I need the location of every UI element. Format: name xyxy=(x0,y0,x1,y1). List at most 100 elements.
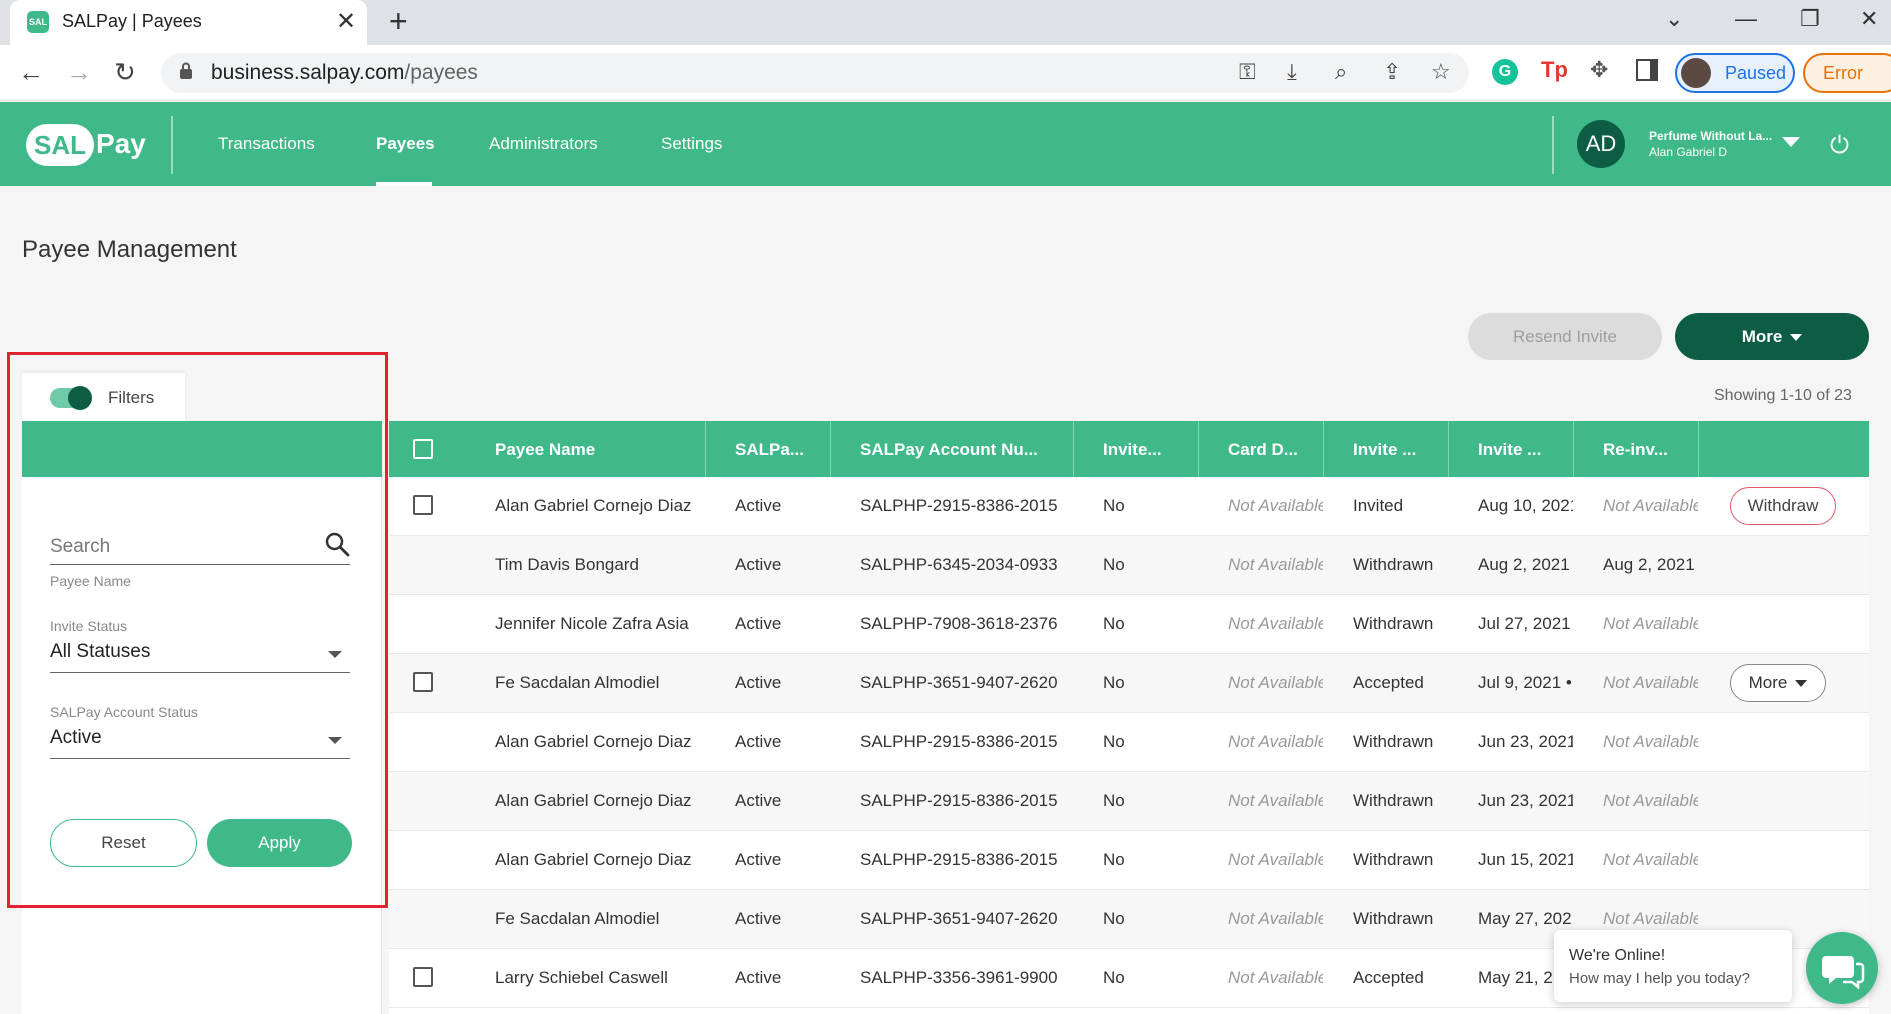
cell-invite: No xyxy=(1103,791,1125,810)
reload-icon[interactable]: ↻ xyxy=(114,57,136,88)
column-header-card[interactable]: Card D... xyxy=(1228,440,1298,460)
cell-payee-name: Larry Schiebel Caswell xyxy=(495,968,668,987)
account-status-select[interactable]: Active xyxy=(50,719,350,759)
cell-invite-status: Withdrawn xyxy=(1353,909,1434,928)
side-panel-icon[interactable] xyxy=(1636,59,1658,81)
grammarly-extension-icon[interactable]: G xyxy=(1492,59,1518,85)
column-header-invite-status[interactable]: Invite ... xyxy=(1353,440,1416,460)
row-checkbox[interactable] xyxy=(413,495,433,515)
browser-tab[interactable]: SAL SALPay | Payees ✕ xyxy=(10,0,367,45)
cell-invite: No xyxy=(1103,614,1125,633)
cell-invite: No xyxy=(1103,673,1125,692)
tp-extension-icon[interactable]: Tp xyxy=(1541,57,1568,83)
cell-reinvite: Aug 2, 2021 xyxy=(1603,555,1695,574)
user-avatar[interactable]: AD xyxy=(1577,120,1625,168)
browser-tab-bar: SAL SALPay | Payees ✕ + ⌄ — ❐ ✕ xyxy=(0,0,1891,45)
error-button[interactable]: Error xyxy=(1803,53,1891,93)
invite-status-select[interactable]: All Statuses xyxy=(50,633,350,673)
cell-salpay-status: Active xyxy=(735,614,782,633)
column-header-reinvite[interactable]: Re-inv... xyxy=(1603,440,1668,460)
power-logout-icon[interactable]: ⏻ xyxy=(1830,132,1849,160)
column-header-payee-name[interactable]: Payee Name xyxy=(495,440,595,460)
table-row[interactable]: Tim Davis Bongard Active SALPHP-6345-2034-… xyxy=(389,536,1869,595)
nav-link-payees[interactable]: Payees xyxy=(376,134,435,154)
logo-pay-text: Pay xyxy=(96,128,146,159)
chat-launcher-button[interactable] xyxy=(1806,932,1878,1004)
install-icon[interactable]: ⤓ xyxy=(1287,59,1297,85)
cell-invite-date: Jun 23, 2021 xyxy=(1478,791,1573,810)
row-checkbox[interactable] xyxy=(413,672,433,692)
cell-payee-name: Fe Sacdalan Almodiel xyxy=(495,909,660,928)
cell-invite-date: Aug 10, 2021 xyxy=(1478,496,1573,515)
restore-icon[interactable]: ❐ xyxy=(1800,6,1820,32)
cell-invite-status: Withdrawn xyxy=(1353,614,1434,633)
cell-payee-name: Jennifer Nicole Zafra Asia xyxy=(495,614,689,633)
table-row[interactable]: Fe Sacdalan Almodiel Active SALPHP-3651-94… xyxy=(389,654,1869,713)
extensions-puzzle-icon[interactable]: ✥ xyxy=(1590,57,1608,83)
cell-account-number: SALPHP-2915-8386-2015 xyxy=(860,496,1058,515)
tab-search-chevron-icon[interactable]: ⌄ xyxy=(1665,6,1683,32)
account-dropdown-icon[interactable] xyxy=(1782,137,1800,147)
reset-button[interactable]: Reset xyxy=(50,819,197,867)
tab-close-icon[interactable]: ✕ xyxy=(336,7,356,36)
chat-bubble[interactable]: We're Online! How may I help you today? xyxy=(1554,930,1792,1002)
row-checkbox[interactable] xyxy=(413,967,433,987)
table-row[interactable]: Alan Gabriel Cornejo Diaz Active SALPHP-29… xyxy=(389,772,1869,831)
column-header-invite-date[interactable]: Invite ... xyxy=(1478,440,1541,460)
key-icon[interactable]: ⚿ xyxy=(1239,59,1256,85)
nav-link-settings[interactable]: Settings xyxy=(661,134,722,154)
table-row[interactable]: Jennifer Nicole Zafra Asia Active SALPHP-7… xyxy=(389,595,1869,654)
column-divider xyxy=(705,421,706,477)
cell-invite: No xyxy=(1103,909,1125,928)
row-more-label: More xyxy=(1748,673,1788,692)
more-actions-button[interactable]: More xyxy=(1675,313,1869,360)
bookmark-star-icon[interactable]: ☆ xyxy=(1431,59,1451,85)
cell-invite-date: Aug 2, 2021 xyxy=(1478,555,1570,574)
cell-invite-date: Jun 23, 2021 xyxy=(1478,732,1573,751)
back-icon[interactable]: ← xyxy=(18,57,44,88)
resend-invite-button[interactable]: Resend Invite xyxy=(1468,313,1662,360)
table-row[interactable]: Alan Gabriel Cornejo Diaz Active SALPHP-29… xyxy=(389,477,1869,536)
cell-account-number: SALPHP-2915-8386-2015 xyxy=(860,791,1058,810)
cell-invite-status: Withdrawn xyxy=(1353,850,1434,869)
chat-online-text: We're Online! xyxy=(1569,947,1666,964)
apply-button[interactable]: Apply xyxy=(207,819,352,867)
column-header-salpay-status[interactable]: SALPa... xyxy=(735,440,804,460)
filters-panel-header xyxy=(22,421,382,477)
new-tab-icon[interactable]: + xyxy=(389,3,408,40)
column-header-account-number[interactable]: SALPay Account Nu... xyxy=(860,440,1038,460)
filters-panel: Payee Name Invite Status All Statuses SA… xyxy=(22,421,382,1014)
withdraw-button[interactable]: Withdraw xyxy=(1730,487,1836,525)
account-user-name[interactable]: Alan Gabriel D xyxy=(1649,145,1727,159)
column-divider xyxy=(1573,421,1574,477)
table-header: Payee Name SALPa... SALPay Account Nu...… xyxy=(389,421,1869,477)
window-close-icon[interactable]: ✕ xyxy=(1860,6,1878,32)
search-input[interactable] xyxy=(50,529,350,565)
nav-link-administrators[interactable]: Administrators xyxy=(489,134,598,154)
share-icon[interactable]: ⇪ xyxy=(1383,59,1401,85)
account-status-label: SALPay Account Status xyxy=(50,704,198,720)
search-icon[interactable] xyxy=(324,531,350,557)
select-all-checkbox[interactable] xyxy=(413,439,433,459)
forward-icon[interactable]: → xyxy=(66,57,92,88)
table-row[interactable]: Alan Gabriel Cornejo Diaz Active SALPHP-29… xyxy=(389,713,1869,772)
zoom-icon[interactable]: ⌕ xyxy=(1335,59,1347,85)
account-org-name[interactable]: Perfume Without La... xyxy=(1649,129,1772,143)
chat-icon xyxy=(1822,956,1865,990)
cell-account-number: SALPHP-6345-2034-0933 xyxy=(860,555,1058,574)
profile-paused-button[interactable]: Paused xyxy=(1675,53,1795,93)
chat-help-text: How may I help you today? xyxy=(1569,970,1750,987)
column-header-invite[interactable]: Invite... xyxy=(1103,440,1162,460)
url-field[interactable]: business.salpay.com/payees ⚿ ⤓ ⌕ ⇪ ☆ xyxy=(161,53,1469,93)
minimize-icon[interactable]: — xyxy=(1735,6,1757,32)
table-row[interactable]: Alan Gabriel Cornejo Diaz Active SALPHP-29… xyxy=(389,831,1869,890)
row-more-button[interactable]: More xyxy=(1730,664,1826,702)
filters-tab[interactable]: Filters xyxy=(22,373,185,421)
cell-salpay-status: Active xyxy=(735,909,782,928)
cell-card: Not Available xyxy=(1228,496,1323,515)
column-divider xyxy=(1323,421,1324,477)
column-divider xyxy=(1073,421,1074,477)
filters-toggle[interactable] xyxy=(50,386,92,410)
nav-link-transactions[interactable]: Transactions xyxy=(218,134,315,154)
cell-salpay-status: Active xyxy=(735,791,782,810)
